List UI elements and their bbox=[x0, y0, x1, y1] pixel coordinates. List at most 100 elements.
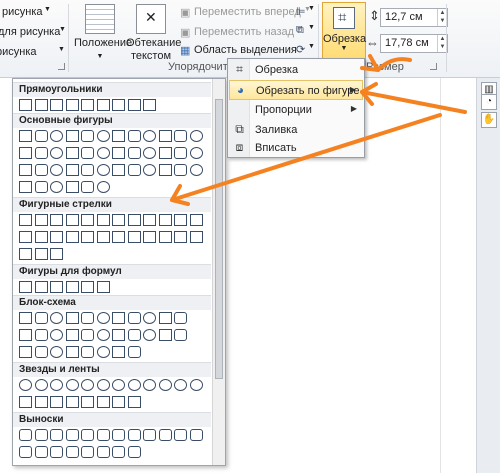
shape-thumbnail-icon[interactable] bbox=[34, 429, 48, 441]
shape-thumbnail-icon[interactable] bbox=[158, 130, 172, 142]
shape-thumbnail-icon[interactable] bbox=[65, 281, 79, 293]
shape-thumbnail-icon[interactable] bbox=[19, 379, 32, 391]
shape-thumbnail-icon[interactable] bbox=[19, 248, 32, 260]
shape-thumbnail-icon[interactable] bbox=[19, 346, 32, 358]
shape-thumbnail-icon[interactable] bbox=[96, 214, 110, 226]
shape-thumbnail-icon[interactable] bbox=[65, 147, 79, 159]
shape-thumbnail-icon[interactable] bbox=[81, 214, 94, 226]
shape-thumbnail-icon[interactable] bbox=[112, 396, 125, 408]
shape-thumbnail-icon[interactable] bbox=[50, 429, 63, 441]
dropdown-arrow-icon[interactable]: ▼ bbox=[308, 43, 315, 50]
shape-thumbnail-icon[interactable] bbox=[96, 429, 110, 441]
shape-thumbnail-icon[interactable] bbox=[143, 164, 156, 176]
shape-thumbnail-icon[interactable] bbox=[96, 231, 110, 243]
shape-thumbnail-icon[interactable] bbox=[143, 99, 156, 111]
shape-thumbnail-icon[interactable] bbox=[34, 231, 48, 243]
shape-thumbnail-icon[interactable] bbox=[34, 181, 48, 193]
shape-thumbnail-icon[interactable] bbox=[127, 164, 141, 176]
dropdown-arrow-icon[interactable]: ▼ bbox=[308, 5, 315, 12]
shape-thumbnail-icon[interactable] bbox=[50, 281, 63, 293]
shape-thumbnail-icon[interactable] bbox=[158, 231, 172, 243]
shape-thumbnail-icon[interactable] bbox=[143, 231, 156, 243]
shape-thumbnail-icon[interactable] bbox=[127, 147, 141, 159]
shape-thumbnail-icon[interactable] bbox=[189, 429, 203, 441]
shape-thumbnail-icon[interactable] bbox=[34, 164, 48, 176]
shape-thumbnail-icon[interactable] bbox=[65, 164, 79, 176]
shape-thumbnail-icon[interactable] bbox=[50, 214, 63, 226]
shape-thumbnail-icon[interactable] bbox=[189, 164, 203, 176]
shape-thumbnail-icon[interactable] bbox=[50, 147, 63, 159]
shape-thumbnail-icon[interactable] bbox=[189, 130, 203, 142]
dropdown-arrow-icon[interactable]: ▼ bbox=[59, 26, 66, 33]
shape-thumbnail-icon[interactable] bbox=[50, 130, 63, 142]
shape-thumbnail-icon[interactable] bbox=[158, 147, 172, 159]
shape-thumbnail-icon[interactable] bbox=[50, 396, 63, 408]
shape-thumbnail-icon[interactable] bbox=[112, 231, 125, 243]
shape-thumbnail-icon[interactable] bbox=[34, 214, 48, 226]
shape-thumbnail-icon[interactable] bbox=[65, 396, 79, 408]
shape-thumbnail-icon[interactable] bbox=[174, 231, 187, 243]
shape-thumbnail-icon[interactable] bbox=[81, 130, 94, 142]
shape-thumbnail-icon[interactable] bbox=[127, 346, 141, 358]
shape-thumbnail-icon[interactable] bbox=[143, 147, 156, 159]
shape-thumbnail-icon[interactable] bbox=[112, 446, 125, 458]
shape-thumbnail-icon[interactable] bbox=[127, 231, 141, 243]
shape-thumbnail-icon[interactable] bbox=[127, 329, 141, 341]
shape-thumbnail-icon[interactable] bbox=[65, 214, 79, 226]
shape-thumbnail-icon[interactable] bbox=[112, 147, 125, 159]
shape-thumbnail-icon[interactable] bbox=[189, 231, 203, 243]
shape-thumbnail-icon[interactable] bbox=[158, 164, 172, 176]
shape-thumbnail-icon[interactable] bbox=[50, 231, 63, 243]
shape-thumbnail-icon[interactable] bbox=[96, 396, 110, 408]
shape-thumbnail-icon[interactable] bbox=[112, 312, 125, 324]
shape-thumbnail-icon[interactable] bbox=[19, 446, 32, 458]
shape-thumbnail-icon[interactable] bbox=[158, 329, 172, 341]
shape-thumbnail-icon[interactable] bbox=[50, 379, 63, 391]
shape-thumbnail-icon[interactable] bbox=[112, 99, 125, 111]
shape-thumbnail-icon[interactable] bbox=[127, 429, 141, 441]
shape-thumbnail-icon[interactable] bbox=[189, 379, 203, 391]
shape-thumbnail-icon[interactable] bbox=[158, 379, 172, 391]
shape-thumbnail-icon[interactable] bbox=[81, 429, 94, 441]
position-button[interactable]: Положение ▼ bbox=[74, 4, 132, 63]
shape-thumbnail-icon[interactable] bbox=[143, 379, 156, 391]
shape-thumbnail-icon[interactable] bbox=[96, 164, 110, 176]
shape-thumbnail-icon[interactable] bbox=[65, 379, 79, 391]
shape-thumbnail-icon[interactable] bbox=[81, 231, 94, 243]
shape-thumbnail-icon[interactable] bbox=[19, 429, 32, 441]
shape-thumbnail-icon[interactable] bbox=[50, 99, 63, 111]
shape-thumbnail-icon[interactable] bbox=[96, 379, 110, 391]
shape-thumbnail-icon[interactable] bbox=[112, 346, 125, 358]
wrap-text-button[interactable]: ✕ Обтекание текстом bbox=[126, 4, 181, 63]
shape-thumbnail-icon[interactable] bbox=[19, 281, 32, 293]
send-backward-button[interactable]: Переместить назад bbox=[194, 26, 294, 38]
shape-thumbnail-icon[interactable] bbox=[50, 312, 63, 324]
dialog-launcher-icon[interactable] bbox=[58, 63, 65, 70]
shape-thumbnail-icon[interactable] bbox=[96, 281, 110, 293]
shape-thumbnail-icon[interactable] bbox=[50, 181, 63, 193]
shape-thumbnail-icon[interactable] bbox=[34, 446, 48, 458]
shape-thumbnail-icon[interactable] bbox=[143, 214, 156, 226]
dropdown-arrow-icon[interactable]: ▼ bbox=[44, 6, 51, 13]
menu-item-crop[interactable]: ⌗ Обрезка bbox=[229, 60, 363, 80]
shape-thumbnail-icon[interactable] bbox=[158, 429, 172, 441]
shape-thumbnail-icon[interactable] bbox=[96, 130, 110, 142]
menu-item-crop-to-shape[interactable]: ◕ Обрезать по фигуре ▶ bbox=[229, 80, 363, 100]
shape-thumbnail-icon[interactable] bbox=[127, 379, 141, 391]
shape-thumbnail-icon[interactable] bbox=[112, 130, 125, 142]
shape-thumbnail-icon[interactable] bbox=[143, 329, 156, 341]
shape-thumbnail-icon[interactable] bbox=[19, 164, 32, 176]
shape-thumbnail-icon[interactable] bbox=[174, 164, 187, 176]
shape-thumbnail-icon[interactable] bbox=[19, 147, 32, 159]
shape-thumbnail-icon[interactable] bbox=[174, 429, 187, 441]
shape-thumbnail-icon[interactable] bbox=[174, 379, 187, 391]
menu-item-aspect-ratio[interactable]: Пропорции ▶ bbox=[229, 100, 363, 120]
shape-thumbnail-icon[interactable] bbox=[174, 130, 187, 142]
shape-thumbnail-icon[interactable] bbox=[127, 446, 141, 458]
shape-thumbnail-icon[interactable] bbox=[81, 147, 94, 159]
shape-thumbnail-icon[interactable] bbox=[34, 346, 48, 358]
shape-thumbnail-icon[interactable] bbox=[81, 346, 94, 358]
shape-thumbnail-icon[interactable] bbox=[50, 248, 63, 260]
shape-thumbnail-icon[interactable] bbox=[34, 379, 48, 391]
shape-thumbnail-icon[interactable] bbox=[174, 147, 187, 159]
